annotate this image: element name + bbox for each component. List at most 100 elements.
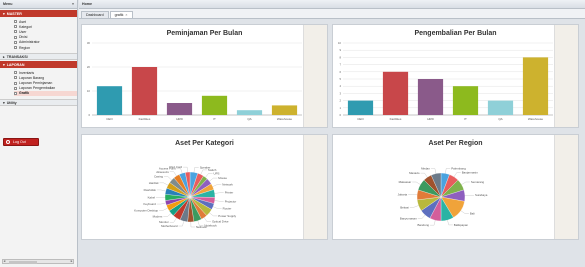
pie-label: Bekasi <box>400 205 409 209</box>
bar[interactable] <box>487 100 514 115</box>
tab-grafik[interactable]: grafik × <box>109 11 133 18</box>
leader-line <box>412 181 421 185</box>
scrollbar-thumb[interactable] <box>9 260 37 264</box>
section-utility[interactable]: ▾ Utility <box>0 99 77 107</box>
y-tick-label: 0 <box>339 113 341 117</box>
horizontal-scrollbar[interactable]: ◂ ▸ <box>2 259 74 264</box>
leader-line <box>163 176 172 181</box>
pie-label: Network <box>222 183 233 187</box>
x-tick-label: HRD <box>176 117 183 121</box>
leader-line <box>445 168 451 174</box>
pie-label: Balikpapan <box>454 223 469 227</box>
leader-line <box>417 214 426 219</box>
node-icon <box>14 46 17 50</box>
bar-chart-peminjaman: 0 10 20 30 CEO Facilities HRD IT QA Warehouse <box>87 41 302 121</box>
menu-item-label: Kategori <box>19 24 33 29</box>
bar[interactable] <box>201 95 228 115</box>
bar[interactable] <box>452 86 479 115</box>
leader-line <box>178 221 184 227</box>
leader-line <box>213 206 222 209</box>
chart-card-peminjaman: Peminjaman Per Bulan 0 10 20 30 CEO Facilitie… <box>81 24 328 128</box>
menu-item-region[interactable]: Region <box>14 45 77 50</box>
bar[interactable] <box>522 57 549 115</box>
leader-line <box>159 182 169 186</box>
bar[interactable] <box>347 100 374 115</box>
logout-label: Log Out <box>13 140 26 144</box>
tab-dashboard[interactable]: Dashboard <box>81 11 109 18</box>
leader-line <box>204 217 212 222</box>
section-master[interactable]: ▾ MASTER <box>0 10 77 17</box>
pie-chart-aset-region: PalembangBanjarmasinSemarangSurabayaBali… <box>398 166 488 227</box>
chevron-down-icon: ▾ <box>3 62 5 67</box>
y-tick-label: 6 <box>339 70 341 74</box>
y-tick-label: 3 <box>339 91 341 95</box>
pie-label: Keyboard <box>143 202 156 206</box>
pie-label: Netbook <box>196 225 207 229</box>
collapse-icon[interactable]: « <box>72 2 74 6</box>
bar[interactable] <box>236 110 263 115</box>
menu-item-label: Grafik <box>19 91 30 96</box>
y-tick-label: 0 <box>88 113 90 117</box>
node-icon <box>14 71 17 75</box>
pie-label: Projector <box>225 199 237 203</box>
section-transaksi[interactable]: ▸ TRANSAKSI <box>0 53 77 61</box>
pie-label: Kabel <box>148 195 156 199</box>
chevron-right-icon: ▸ <box>3 54 5 59</box>
bar-chart-pengembalian: 0 1 2 3 4 5 6 7 8 9 10 CEO Facilities HRD IT QA Warehous… <box>338 41 553 121</box>
bar[interactable] <box>382 71 409 115</box>
close-icon[interactable]: × <box>125 13 127 17</box>
pie-label: Modem <box>153 215 163 219</box>
chevron-down-icon: ▾ <box>3 11 5 16</box>
y-tick-label: 10 <box>87 89 91 93</box>
menu-item-label: Laporan Peminjaman <box>19 81 53 86</box>
leader-line <box>156 202 166 205</box>
menu-item-label: Aset <box>19 19 27 24</box>
x-tick-label: Facilities <box>139 117 151 121</box>
menu-item-label: User <box>19 29 27 34</box>
menu-item-label: Laporan Pengembalian <box>19 86 56 91</box>
leader-line <box>409 205 419 208</box>
chart-card-pengembalian: Pengembalian Per Bulan 0 1 2 3 4 5 6 7 8 9 10 CEO Fa… <box>332 24 579 128</box>
pie-label: Power Supply <box>218 214 236 218</box>
scroll-left-icon[interactable]: ◂ <box>4 259 6 263</box>
leader-line <box>200 169 207 175</box>
leader-line <box>205 173 213 178</box>
y-tick-label: 20 <box>87 65 91 69</box>
node-icon <box>14 40 17 44</box>
bar[interactable] <box>96 86 123 115</box>
leader-line <box>209 177 218 182</box>
pie-label: Bali <box>470 211 475 215</box>
x-tick-label: CEO <box>106 117 113 121</box>
pie-label: Surabaya <box>475 193 488 197</box>
bar[interactable] <box>417 79 444 115</box>
node-icon <box>14 91 17 95</box>
leader-line <box>193 167 199 173</box>
bar[interactable] <box>166 103 193 115</box>
x-tick-label: IT <box>213 117 216 121</box>
node-icon <box>14 30 17 34</box>
leader-line <box>420 172 428 178</box>
y-tick-label: 2 <box>339 99 341 103</box>
leader-line <box>159 207 168 211</box>
logout-button[interactable]: Log Out <box>3 138 39 146</box>
node-icon <box>14 86 17 90</box>
y-tick-label: 5 <box>339 77 341 81</box>
section-master-label: MASTER <box>6 11 22 16</box>
leader-line <box>183 166 188 173</box>
y-tick-label: 30 <box>87 41 91 45</box>
leader-line <box>190 221 195 228</box>
y-tick-label: 9 <box>339 48 341 52</box>
scroll-right-icon[interactable]: ▸ <box>71 259 73 263</box>
menu-item-grafik[interactable]: Grafik <box>14 90 77 97</box>
leader-line <box>447 220 453 226</box>
node-icon <box>14 20 17 24</box>
leader-line <box>176 168 183 174</box>
bar[interactable] <box>131 67 158 115</box>
section-laporan[interactable]: ▾ LAPORAN <box>0 61 77 69</box>
x-tick-label: CEO <box>357 117 364 121</box>
bar[interactable] <box>271 105 298 115</box>
pie-label: Monitor <box>159 220 169 224</box>
pie-label: Banjarmasin <box>462 171 478 175</box>
pie-label: UPS <box>214 171 220 175</box>
pie-label: Printer <box>225 191 234 195</box>
